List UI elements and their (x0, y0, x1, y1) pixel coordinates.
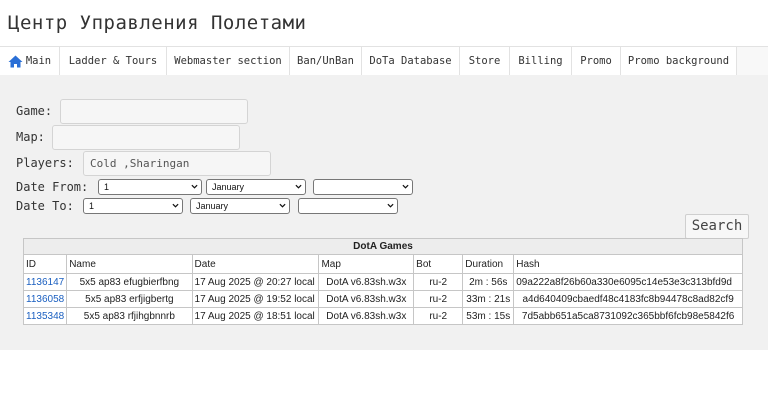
nav-item-main[interactable]: Main (0, 47, 60, 75)
game-duration: 2m : 56s (462, 273, 515, 291)
game-bot: ru-2 (413, 307, 464, 325)
nav-item-ladder-tours[interactable]: Ladder & Tours (60, 47, 167, 75)
date-from-label: Date From: (16, 180, 89, 194)
select-value: January (212, 182, 245, 192)
chevron-down-icon (279, 203, 286, 208)
game-name: 5x5 ap83 erfjigbertg (66, 290, 193, 308)
game-date: 17 Aug 2025 @ 20:27 local (191, 273, 320, 291)
column-header-name: Name (66, 254, 193, 274)
game-duration: 53m : 15s (462, 307, 515, 325)
game-hash: 7d5abb651a5ca8731092c365bbf6fcb98e5842f6 (513, 307, 743, 325)
date-from-day-select[interactable]: 1 (98, 179, 202, 195)
column-header-duration: Duration (462, 254, 515, 274)
game-name: 5x5 ap83 rfjihgbnnrb (66, 307, 193, 325)
map-input[interactable] (52, 125, 240, 150)
date-to-day-select[interactable]: 1 (83, 198, 183, 214)
column-header-hash: Hash (513, 254, 743, 274)
nav-item-ban-unban[interactable]: Ban/UnBan (290, 47, 362, 75)
players-label: Players: (16, 156, 74, 170)
table-caption: DotA Games (23, 238, 743, 255)
home-icon (8, 55, 23, 67)
date-to-label: Date To: (16, 199, 74, 213)
chevron-down-icon (402, 184, 409, 189)
players-input[interactable]: Cold ,Sharingan (83, 151, 271, 176)
table-header-row: ID Name Date Map Bot Duration Hash (22, 254, 743, 274)
table-row: 1136147 5x5 ap83 efugbierfbng 17 Aug 202… (22, 273, 743, 291)
column-header-bot: Bot (413, 254, 464, 274)
date-from-month-select[interactable]: January (206, 179, 306, 195)
column-header-date: Date (191, 254, 320, 274)
chevron-down-icon (172, 203, 179, 208)
game-date: 17 Aug 2025 @ 19:52 local (191, 290, 320, 308)
game-bot: ru-2 (413, 290, 464, 308)
nav-item-store[interactable]: Store (460, 47, 510, 75)
chevron-down-icon (191, 184, 198, 189)
nav-item-promo-background[interactable]: Promo background (621, 47, 737, 75)
top-nav: Main Ladder & Tours Webmaster section Ba… (0, 46, 768, 76)
chevron-down-icon (295, 184, 302, 189)
date-to-month-select[interactable]: January (190, 198, 290, 214)
game-name: 5x5 ap83 efugbierfbng (66, 273, 193, 291)
select-value: 1 (104, 182, 110, 192)
game-date: 17 Aug 2025 @ 18:51 local (191, 307, 320, 325)
page-title: Центр Управления Полетами (8, 12, 307, 34)
game-map: DotA v6.83sh.w3x (318, 290, 415, 308)
date-to-year-select[interactable] (298, 198, 398, 214)
game-id-link[interactable]: 1136058 (26, 294, 64, 305)
game-duration: 33m : 21s (462, 290, 515, 308)
column-header-id: ID (22, 254, 68, 274)
date-from-year-select[interactable] (313, 179, 413, 195)
game-input[interactable] (60, 99, 248, 124)
nav-item-dota-database[interactable]: DoTa Database (362, 47, 460, 75)
games-table: DotA Games ID Name Date Map Bot Duration… (22, 238, 743, 325)
game-hash: a4d640409cbaedf48c4183fc8b94478c8ad82cf9 (513, 290, 743, 308)
chevron-down-icon (387, 203, 394, 208)
game-id-link[interactable]: 1136147 (26, 277, 64, 288)
table-row: 1136058 5x5 ap83 erfjigbertg 17 Aug 2025… (22, 290, 743, 308)
nav-item-webmaster-section[interactable]: Webmaster section (167, 47, 290, 75)
select-value: January (196, 201, 229, 211)
search-button[interactable]: Search (685, 214, 749, 239)
nav-item-billing[interactable]: Billing (510, 47, 572, 75)
select-value: 1 (89, 201, 95, 211)
column-header-map: Map (318, 254, 415, 274)
game-bot: ru-2 (413, 273, 464, 291)
table-row: 1135348 5x5 ap83 rfjihgbnnrb 17 Aug 2025… (22, 307, 743, 325)
game-id-link[interactable]: 1135348 (26, 311, 64, 322)
game-hash: 09a222a8f26b60a330e6095c14e53e3c313bfd9d (513, 273, 743, 291)
game-map: DotA v6.83sh.w3x (318, 307, 415, 325)
game-label: Game: (16, 104, 53, 118)
nav-item-promo[interactable]: Promo (572, 47, 621, 75)
nav-label: Main (25, 55, 52, 67)
game-map: DotA v6.83sh.w3x (318, 273, 415, 291)
map-label: Map: (16, 130, 45, 144)
